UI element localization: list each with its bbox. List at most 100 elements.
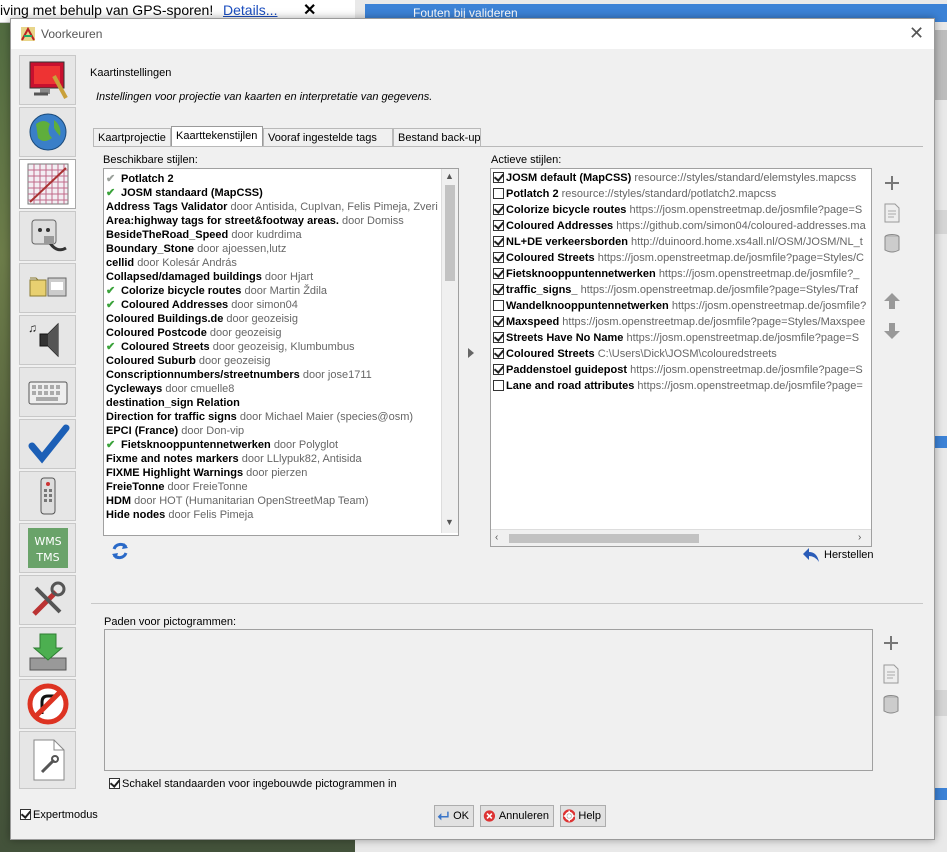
available-style-item[interactable]: Conscriptionnumbers/streetnumbers door j… (106, 368, 372, 383)
restore-button[interactable]: Herstellen (801, 545, 874, 565)
active-styles-list[interactable]: JOSM default (MapCSS) resource://styles/… (490, 168, 872, 547)
style-enabled-checkbox[interactable] (493, 380, 504, 391)
move-up-button[interactable] (881, 290, 903, 312)
scroll-down-icon[interactable]: ▼ (445, 517, 454, 527)
add-icon-path-button[interactable] (880, 632, 902, 654)
available-style-item[interactable]: ✔ Coloured Addresses door simon04 (106, 298, 298, 313)
scroll-left-icon[interactable]: ‹ (495, 532, 498, 543)
tab-map-paint-styles[interactable]: Kaarttekenstijlen (171, 126, 263, 147)
available-style-item[interactable]: Coloured Suburb door geozeisig (106, 354, 270, 369)
active-style-item[interactable]: Streets Have No Name https://josm.openst… (493, 331, 859, 346)
available-style-item[interactable]: FIXME Highlight Warnings door pierzen (106, 466, 307, 481)
available-style-item[interactable]: BesideTheRoad_Speed door kudrdima (106, 228, 302, 243)
active-style-item[interactable]: Lane and road attributes https://josm.op… (493, 379, 863, 394)
move-down-button[interactable] (881, 320, 903, 342)
available-style-item[interactable]: Boundary_Stone door ajoessen,lutz (106, 242, 286, 257)
ok-button[interactable]: OK (434, 805, 474, 827)
add-style-button[interactable] (881, 172, 903, 194)
edit-icon-path-button[interactable] (880, 663, 902, 685)
active-style-item[interactable]: Colorize bicycle routes https://josm.ope… (493, 203, 862, 218)
style-enabled-checkbox[interactable] (493, 316, 504, 327)
style-enabled-checkbox[interactable] (493, 268, 504, 279)
available-style-item[interactable]: ✔ JOSM standaard (MapCSS) (106, 186, 263, 201)
active-style-item[interactable]: Fietsknooppuntennetwerken https://josm.o… (493, 267, 859, 282)
close-icon[interactable]: ✕ (909, 23, 924, 44)
cancel-button[interactable]: Annuleren (480, 805, 554, 827)
active-style-item[interactable]: Paddenstoel guidepost https://josm.opens… (493, 363, 863, 378)
scroll-up-icon[interactable]: ▲ (445, 171, 454, 181)
sidebar-tab-download[interactable] (19, 627, 76, 677)
delete-style-button[interactable] (881, 232, 903, 254)
available-style-item[interactable]: ✔ Coloured Streets door geozeisig, Klumbu… (106, 340, 355, 355)
available-style-item[interactable]: Fixme and notes markers door LLlypuk82, … (106, 452, 362, 467)
sidebar-tab-files[interactable] (19, 263, 76, 313)
icon-paths-list[interactable] (104, 629, 873, 771)
available-style-item[interactable]: Area:highway tags for street&footway are… (106, 214, 404, 229)
sidebar-tab-connection[interactable] (19, 107, 76, 157)
sidebar-tab-shortcuts[interactable] (19, 367, 76, 417)
active-style-item[interactable]: Coloured Addresses https://github.com/si… (493, 219, 866, 234)
style-enabled-checkbox[interactable] (493, 188, 504, 199)
style-enabled-checkbox[interactable] (493, 236, 504, 247)
activate-style-arrow-icon[interactable] (464, 342, 478, 364)
help-button[interactable]: Help (560, 805, 606, 827)
delete-icon-path-button[interactable] (880, 693, 902, 715)
tab-file-backup[interactable]: Bestand back-up (393, 128, 481, 146)
edit-style-button[interactable] (881, 202, 903, 224)
expert-mode-checkbox[interactable]: Expertmodus (20, 809, 98, 821)
available-styles-list[interactable]: ✔ Potlatch 2 ✔ JOSM standaard (MapCSS) Addre… (103, 168, 459, 536)
active-style-item[interactable]: Potlatch 2 resource://styles/standard/po… (493, 187, 776, 202)
available-style-item[interactable]: EPCI (France) door Don-vip (106, 424, 244, 439)
active-style-item[interactable]: JOSM default (MapCSS) resource://styles/… (493, 171, 856, 186)
available-styles-vscrollbar[interactable]: ▲ ▼ (441, 169, 458, 533)
active-style-item[interactable]: Coloured Streets https://josm.openstreet… (493, 251, 864, 266)
notification-details-link[interactable]: Details... (223, 2, 277, 18)
available-style-item[interactable]: Hide nodes door Felis Pimeja (106, 508, 253, 523)
available-style-item[interactable]: Direction for traffic signs door Michael… (106, 410, 413, 425)
style-enabled-checkbox[interactable] (493, 332, 504, 343)
sidebar-tab-display[interactable] (19, 55, 76, 105)
style-enabled-checkbox[interactable] (493, 284, 504, 295)
sidebar-tab-map-settings[interactable] (19, 159, 76, 209)
style-enabled-checkbox[interactable] (493, 220, 504, 231)
available-style-item[interactable]: Coloured Buildings.de door geozeisig (106, 312, 298, 327)
sidebar-tab-turn-restrictions[interactable] (19, 679, 76, 729)
style-enabled-checkbox[interactable] (493, 204, 504, 215)
available-style-item[interactable]: cellid door Kolesár András (106, 256, 237, 271)
sidebar-tab-remote-control[interactable] (19, 471, 76, 521)
refresh-button[interactable] (109, 540, 131, 562)
available-style-item[interactable]: ✔ Colorize bicycle routes door Martin Ždi… (106, 284, 327, 299)
sidebar-tab-plugin-settings[interactable] (19, 731, 76, 789)
style-enabled-checkbox[interactable] (493, 300, 504, 311)
available-style-item[interactable]: Cycleways door cmuelle8 (106, 382, 234, 397)
active-styles-hscrollbar[interactable]: ‹ › (491, 529, 871, 546)
tab-tagging-presets[interactable]: Vooraf ingestelde tags (263, 128, 393, 146)
available-style-item[interactable]: ✔ Potlatch 2 (106, 172, 174, 187)
active-style-item[interactable]: Coloured Streets C:\Users\Dick\JOSM\colo… (493, 347, 777, 362)
scroll-right-icon[interactable]: › (858, 532, 861, 543)
default-icons-checkbox[interactable]: Schakel standaarden voor ingebouwde pict… (109, 778, 397, 790)
sidebar-tab-audio[interactable]: ♫ (19, 315, 76, 365)
available-style-item[interactable]: ✔ Fietsknooppuntennetwerken door Polyglot (106, 438, 338, 453)
scroll-thumb[interactable] (509, 534, 699, 543)
sidebar-tab-imagery[interactable]: WMS TMS (19, 523, 76, 573)
style-enabled-checkbox[interactable] (493, 364, 504, 375)
active-style-item[interactable]: Wandelknooppuntennetwerken https://josm.… (493, 299, 866, 314)
scroll-thumb[interactable] (445, 185, 455, 281)
available-style-item[interactable]: Collapsed/damaged buildings door Hjart (106, 270, 313, 285)
active-style-item[interactable]: NL+DE verkeersborden http://duinoord.hom… (493, 235, 863, 250)
style-enabled-checkbox[interactable] (493, 348, 504, 359)
available-style-item[interactable]: FreieTonne door FreieTonne (106, 480, 248, 495)
sidebar-tab-advanced[interactable] (19, 575, 76, 625)
sidebar-tab-plugins[interactable] (19, 211, 76, 261)
active-style-item[interactable]: Maxspeed https://josm.openstreetmap.de/j… (493, 315, 865, 330)
tab-map-projection[interactable]: Kaartprojectie (93, 128, 171, 146)
sidebar-tab-validator[interactable] (19, 419, 76, 469)
available-style-item[interactable]: Coloured Postcode door geozeisig (106, 326, 281, 341)
style-enabled-checkbox[interactable] (493, 252, 504, 263)
available-style-item[interactable]: HDM door HOT (Humanitarian OpenStreetMap… (106, 494, 369, 509)
style-enabled-checkbox[interactable] (493, 172, 504, 183)
available-style-item[interactable]: Address Tags Validator door Antisida, Cu… (106, 200, 438, 215)
active-style-item[interactable]: traffic_signs_ https://josm.openstreetma… (493, 283, 858, 298)
available-style-item[interactable]: destination_sign Relation (106, 396, 240, 411)
